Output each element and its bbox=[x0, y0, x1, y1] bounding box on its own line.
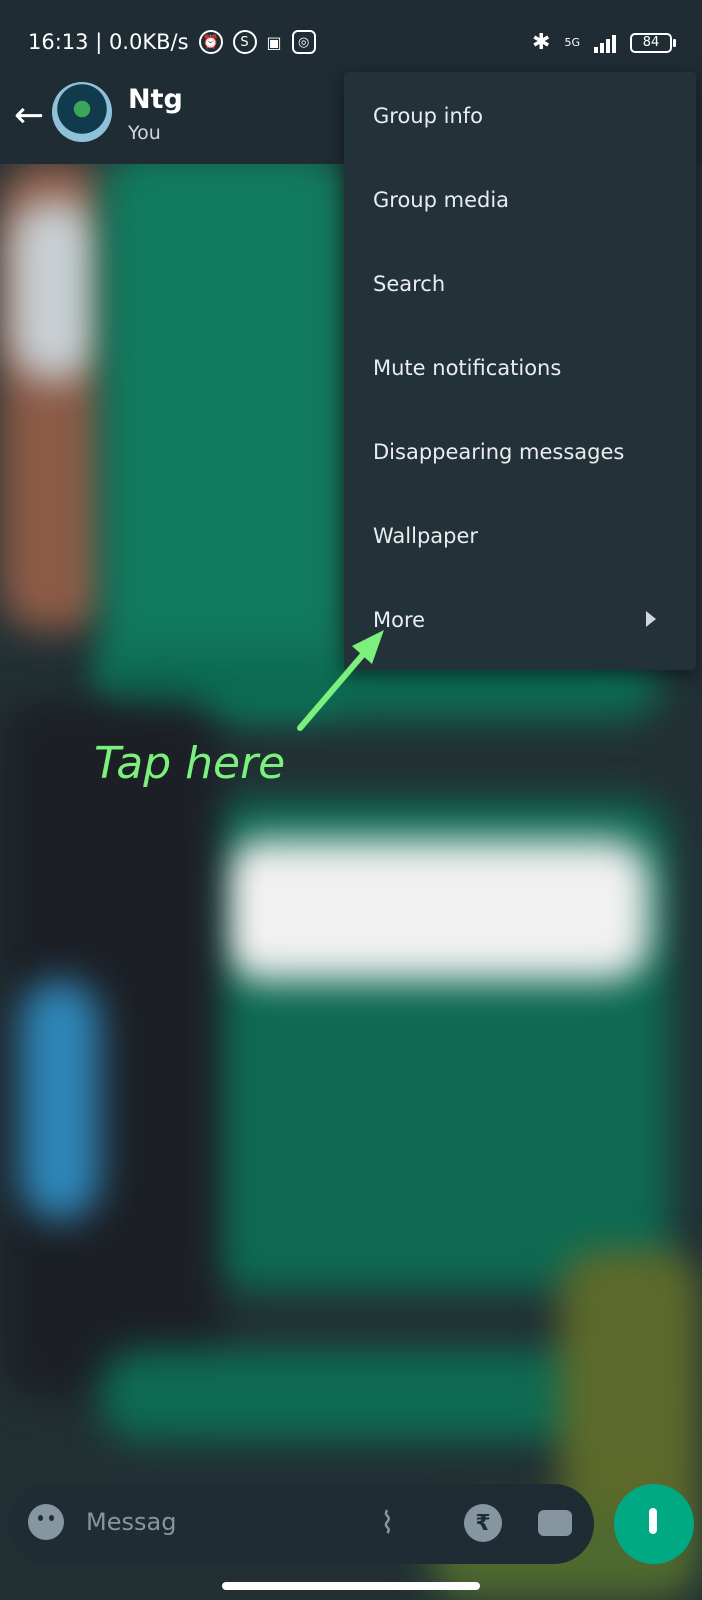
menu-item-disappearing-messages[interactable]: Disappearing messages bbox=[344, 410, 696, 494]
battery-level: 84 bbox=[642, 35, 660, 50]
s-app-icon: S bbox=[232, 30, 257, 54]
message-composer: Messag ⌇ ₹ bbox=[8, 1484, 594, 1564]
message-input[interactable]: Messag bbox=[86, 1508, 176, 1536]
overflow-menu: Group info Group media Search Mute notif… bbox=[344, 72, 696, 670]
notification-icon: ▣ bbox=[266, 32, 282, 52]
emoji-icon[interactable] bbox=[28, 1504, 64, 1540]
instagram-icon: ◎ bbox=[291, 30, 316, 54]
chat-subtitle: You bbox=[128, 122, 161, 144]
menu-item-search[interactable]: Search bbox=[344, 242, 696, 326]
voice-message-button[interactable] bbox=[614, 1484, 694, 1564]
network-type: 5G bbox=[564, 36, 580, 49]
tap-here-annotation: Tap here bbox=[94, 738, 286, 789]
menu-item-label: Group media bbox=[373, 188, 510, 212]
payment-rupee-icon[interactable]: ₹ bbox=[464, 1504, 502, 1542]
menu-item-wallpaper[interactable]: Wallpaper bbox=[344, 494, 696, 578]
signal-icon bbox=[594, 33, 616, 53]
bluetooth-icon: ✱ bbox=[532, 30, 551, 55]
menu-item-group-info[interactable]: Group info bbox=[344, 74, 696, 158]
menu-item-group-media[interactable]: Group media bbox=[344, 158, 696, 242]
menu-item-label: Mute notifications bbox=[373, 356, 562, 380]
menu-item-label: Disappearing messages bbox=[373, 440, 625, 464]
menu-item-more[interactable]: More bbox=[344, 578, 696, 662]
chat-title[interactable]: Ntg bbox=[128, 84, 183, 115]
group-avatar[interactable] bbox=[52, 82, 112, 142]
menu-item-label: More bbox=[373, 608, 426, 632]
camera-icon[interactable] bbox=[538, 1510, 572, 1536]
attachment-icon[interactable]: ⌇ bbox=[380, 1506, 395, 1541]
menu-item-mute-notifications[interactable]: Mute notifications bbox=[344, 326, 696, 410]
alarm-icon: ⏰ bbox=[198, 30, 223, 54]
menu-item-label: Group info bbox=[373, 104, 483, 128]
battery-icon: 84 bbox=[630, 32, 676, 53]
home-indicator[interactable] bbox=[222, 1582, 480, 1590]
submenu-arrow-icon bbox=[646, 611, 656, 627]
menu-item-label: Search bbox=[373, 272, 446, 296]
menu-item-label: Wallpaper bbox=[373, 524, 479, 548]
back-arrow-icon[interactable]: ← bbox=[14, 96, 54, 136]
status-time-speed: 16:13 | 0.0KB/s bbox=[28, 30, 189, 54]
